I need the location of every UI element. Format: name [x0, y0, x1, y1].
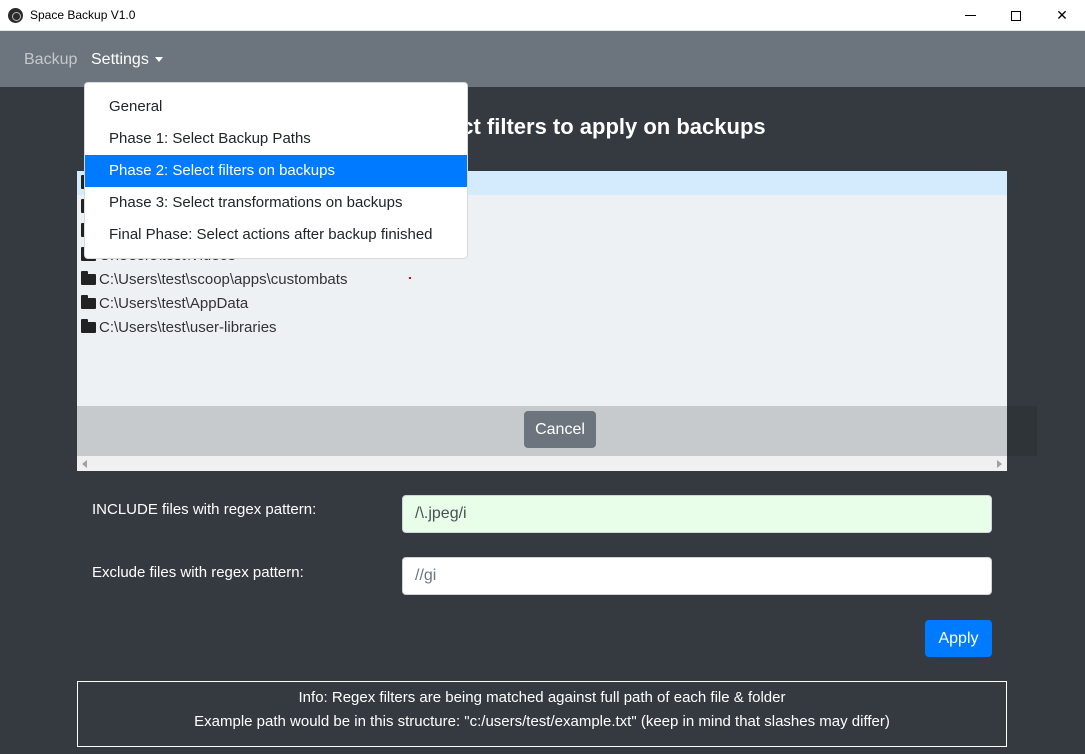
info-box: Info: Regex filters are being matched ag…: [77, 681, 1007, 747]
scroll-left-icon[interactable]: [82, 460, 87, 468]
include-pattern-input[interactable]: /\.jpeg/i: [402, 495, 992, 533]
dropdown-item-final-phase[interactable]: Final Phase: Select actions after backup…: [85, 219, 467, 251]
tree-row[interactable]: C:\Users\test\AppData: [77, 291, 1007, 315]
tree-row-path: C:\Users\test\user-libraries: [99, 318, 277, 336]
app-logo-icon: [8, 8, 23, 23]
maximize-button[interactable]: [993, 0, 1039, 31]
maximize-icon: [1011, 10, 1021, 21]
nav-backup-link[interactable]: Backup: [24, 51, 77, 69]
caret-down-icon: [154, 57, 163, 63]
dropdown-item-general[interactable]: General: [85, 91, 467, 123]
navbar: Backup Settings: [0, 31, 1085, 87]
cancel-button[interactable]: Cancel: [524, 411, 596, 448]
dropdown-item-phase-3[interactable]: Phase 3: Select transformations on backu…: [85, 187, 467, 219]
scroll-right-icon[interactable]: [997, 460, 1002, 468]
apply-button[interactable]: Apply: [925, 620, 992, 657]
close-icon: ✕: [1056, 7, 1068, 23]
close-button[interactable]: ✕: [1039, 0, 1085, 31]
tree-row-path: C:\Users\test\AppData: [99, 294, 249, 312]
info-line-2: Example path would be in this structure:…: [194, 713, 890, 730]
nav-settings-dropdown-toggle[interactable]: Settings: [91, 51, 163, 69]
info-line-1: Info: Regex filters are being matched ag…: [298, 689, 786, 706]
dropdown-item-phase-2[interactable]: Phase 2: Select filters on backups: [85, 155, 467, 187]
settings-dropdown-menu: General Phase 1: Select Backup Paths Pha…: [84, 82, 468, 259]
tree-row[interactable]: C:\Users\test\user-libraries: [77, 315, 1007, 339]
minimize-icon: [964, 15, 976, 16]
tree-row[interactable]: C:\Users\test\scoop\apps\custombats: [77, 267, 1007, 291]
nav-settings-label: Settings: [91, 51, 149, 68]
cursor-marker: [409, 277, 411, 279]
minimize-button[interactable]: [947, 0, 993, 31]
folder-icon: [81, 294, 96, 309]
window-title: Space Backup V1.0: [30, 8, 136, 22]
exclude-pattern-label: Exclude files with regex pattern:: [92, 564, 304, 581]
folder-icon: [81, 318, 96, 333]
folder-icon: [81, 270, 96, 285]
horizontal-scrollbar[interactable]: [77, 456, 1007, 471]
dropdown-item-phase-1[interactable]: Phase 1: Select Backup Paths: [85, 123, 467, 155]
tree-row-path: C:\Users\test\scoop\apps\custombats: [99, 270, 348, 288]
exclude-pattern-input[interactable]: //gi: [402, 557, 992, 595]
window-titlebar: Space Backup V1.0 ✕: [0, 0, 1085, 31]
include-pattern-label: INCLUDE files with regex pattern:: [92, 501, 317, 518]
